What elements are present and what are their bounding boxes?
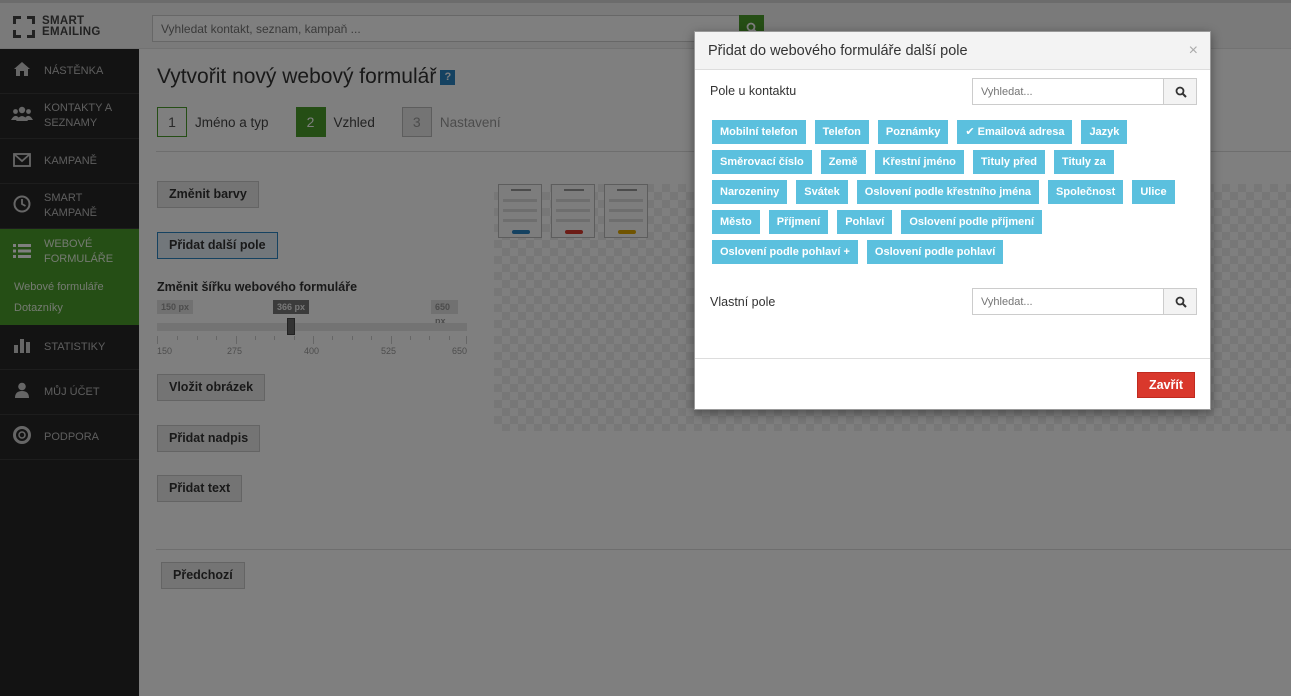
field-tag[interactable]: Ulice xyxy=(1132,180,1175,204)
field-tag[interactable]: Směrovací číslo xyxy=(712,150,812,174)
modal-footer: Zavřít xyxy=(695,358,1210,410)
field-tag[interactable]: Tituly před xyxy=(972,150,1045,174)
custom-fields-search xyxy=(972,288,1197,315)
field-tag[interactable]: Narozeniny xyxy=(712,180,788,204)
search-icon xyxy=(1175,296,1187,308)
contact-fields-label: Pole u kontaktu xyxy=(710,84,797,98)
search-button[interactable] xyxy=(1163,78,1197,105)
field-tag[interactable]: Oslovení podle křestního jména xyxy=(856,180,1040,204)
search-icon xyxy=(1175,86,1187,98)
close-button[interactable]: Zavřít xyxy=(1136,372,1195,398)
field-tag[interactable]: Příjmení xyxy=(768,210,829,234)
field-tag[interactable]: Země xyxy=(820,150,866,174)
field-tag[interactable]: Jazyk xyxy=(1081,120,1128,144)
search-button[interactable] xyxy=(1163,288,1197,315)
modal-title: Přidat do webového formuláře další pole xyxy=(708,43,968,59)
field-tag[interactable]: Společnost xyxy=(1048,180,1124,204)
field-tag[interactable]: Pohlaví xyxy=(837,210,893,234)
field-tag[interactable]: Mobilní telefon xyxy=(712,120,806,144)
field-tag[interactable]: Křestní jméno xyxy=(874,150,964,174)
close-icon[interactable]: × xyxy=(1189,43,1198,59)
field-tags: Mobilní telefon Telefon Poznámky ✔ Email… xyxy=(712,120,1197,270)
field-tag[interactable]: Svátek xyxy=(796,180,848,204)
field-tag-selected[interactable]: ✔ Emailová adresa xyxy=(957,120,1073,144)
field-tag[interactable]: Telefon xyxy=(814,120,869,144)
modal-header: Přidat do webového formuláře další pole … xyxy=(695,32,1210,70)
custom-fields-label: Vlastní pole xyxy=(710,295,776,309)
field-tag[interactable]: Tituly za xyxy=(1053,150,1114,174)
contact-fields-search-input[interactable] xyxy=(973,79,1163,104)
field-tag[interactable]: Oslovení podle pohlaví xyxy=(866,240,1004,264)
add-field-modal: Přidat do webového formuláře další pole … xyxy=(694,31,1211,410)
field-tag[interactable]: Oslovení podle pohlaví + xyxy=(712,240,858,264)
field-tag[interactable]: Město xyxy=(712,210,760,234)
field-tag[interactable]: Poznámky xyxy=(877,120,949,144)
contact-fields-search xyxy=(972,78,1197,105)
custom-fields-search-input[interactable] xyxy=(973,289,1163,314)
field-tag[interactable]: Oslovení podle příjmení xyxy=(901,210,1043,234)
